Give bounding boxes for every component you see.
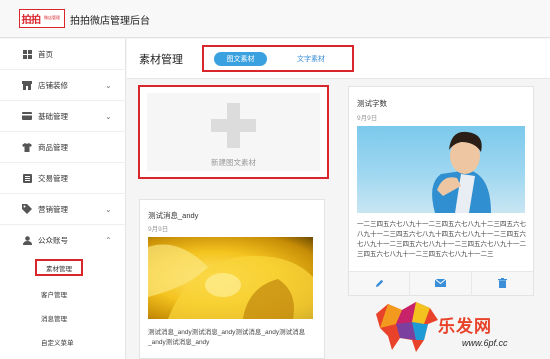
trash-icon	[497, 278, 507, 290]
card-cover-image	[148, 237, 313, 319]
tab-text[interactable]: 文字素材	[297, 52, 325, 66]
tab-image-text[interactable]: 图文素材	[214, 52, 267, 66]
card-body: 测试消息_andy测试消息_andy测试消息_andy测试消息_andy测试消息…	[148, 329, 306, 346]
list-icon	[22, 173, 32, 183]
material-card[interactable]: 测试消息_andy 9月9日 测试消息_andy测试消息_andy测试消息_an…	[139, 199, 325, 359]
new-material-label: 新建图文素材	[211, 158, 256, 167]
watermark: 乐发网 www.6pf.cc	[372, 294, 550, 359]
sidebar-item-home[interactable]: 首页	[0, 39, 126, 70]
sidebar-item-trade[interactable]: 交易管理	[0, 163, 126, 194]
new-material-card[interactable]: 新建图文素材	[138, 85, 329, 179]
envelope-icon	[434, 278, 447, 289]
watermark-text: 乐发网	[438, 317, 492, 337]
grid-icon	[22, 49, 32, 59]
material-card[interactable]: 测试字数 9月9日 一二三四五六七八九十一二三四五六七八九十二三四五六七八九十一…	[348, 86, 534, 296]
sidebar-item-basic[interactable]: 基础管理 ⌄	[0, 101, 126, 132]
user-icon	[22, 236, 32, 246]
tag-icon	[22, 204, 32, 214]
card-body: 一二三四五六七八九十一二三四五六七八九十二三四五六七八九十一二三四五六七八九十四…	[357, 221, 526, 258]
sidebar-item-label: 营销管理	[38, 204, 68, 214]
content-header: 素材管理 图文素材 文字素材	[127, 39, 550, 79]
card-date: 9月9日	[357, 115, 378, 122]
sidebar-item-label: 商品管理	[38, 142, 68, 152]
card-title: 测试消息_andy	[148, 211, 199, 220]
watermark-url: www.6pf.cc	[462, 338, 508, 348]
sidebar-item-products[interactable]: 商品管理	[0, 132, 126, 163]
sidebar-item-label: 首页	[38, 49, 53, 59]
app-logo[interactable]: 拍拍 微店管理	[19, 9, 65, 28]
sidebar-subitem-customers[interactable]: 客户管理	[0, 281, 126, 305]
chevron-up-icon: ⌃	[105, 236, 112, 245]
bull-logo-icon	[376, 302, 438, 352]
sidebar-item-label: 店铺装修	[38, 80, 68, 90]
sidebar-subitem-custom-menu[interactable]: 自定义菜单	[0, 329, 126, 353]
chevron-down-icon: ⌄	[105, 204, 112, 214]
card-actions	[349, 271, 533, 296]
sidebar-subitem-label: 客户管理	[41, 292, 67, 299]
sidebar-subitem-label: 自定义菜单	[41, 340, 74, 347]
store-icon	[22, 80, 32, 90]
card-title: 测试字数	[357, 99, 387, 108]
top-bar: 拍拍 微店管理 拍拍微店管理后台	[0, 0, 550, 38]
delete-button[interactable]	[472, 272, 533, 296]
sidebar-subitem-messages[interactable]: 消息管理	[0, 305, 126, 329]
sidebar-item-official-account[interactable]: 公众账号 ⌃	[0, 225, 126, 256]
sidebar: 首页 店铺装修 ⌄ 基础管理 ⌄ 商品管理 交易管理 营销管理 ⌄ 公众账号 ⌃…	[0, 39, 126, 359]
logo-sub: 微店管理	[44, 15, 61, 21]
sidebar-item-label: 交易管理	[38, 173, 68, 183]
pencil-icon	[375, 279, 384, 290]
sidebar-subitem-materials[interactable]: 素材管理	[0, 257, 126, 281]
sidebar-subitem-label: 消息管理	[41, 316, 67, 323]
logo-mark: 拍拍	[21, 15, 41, 26]
page-title: 素材管理	[139, 54, 183, 66]
chevron-down-icon: ⌄	[105, 80, 112, 90]
card-icon	[22, 111, 32, 121]
sidebar-item-label: 基础管理	[38, 111, 68, 121]
sidebar-item-marketing[interactable]: 营销管理 ⌄	[0, 194, 126, 225]
card-cover-image	[357, 126, 525, 213]
card-date: 9月9日	[148, 226, 169, 233]
material-tabs: 图文素材 文字素材	[202, 45, 354, 72]
new-material-area: 新建图文素材	[147, 93, 320, 171]
sidebar-subitem-label: 素材管理	[35, 259, 83, 276]
plus-icon-bar	[211, 119, 256, 132]
app-title: 拍拍微店管理后台	[70, 16, 150, 27]
chevron-down-icon: ⌄	[105, 111, 112, 121]
edit-button[interactable]	[349, 272, 411, 296]
sidebar-item-store-decoration[interactable]: 店铺装修 ⌄	[0, 70, 126, 101]
send-button[interactable]	[410, 272, 472, 296]
shirt-icon	[22, 142, 32, 152]
sidebar-item-label: 公众账号	[38, 236, 68, 245]
